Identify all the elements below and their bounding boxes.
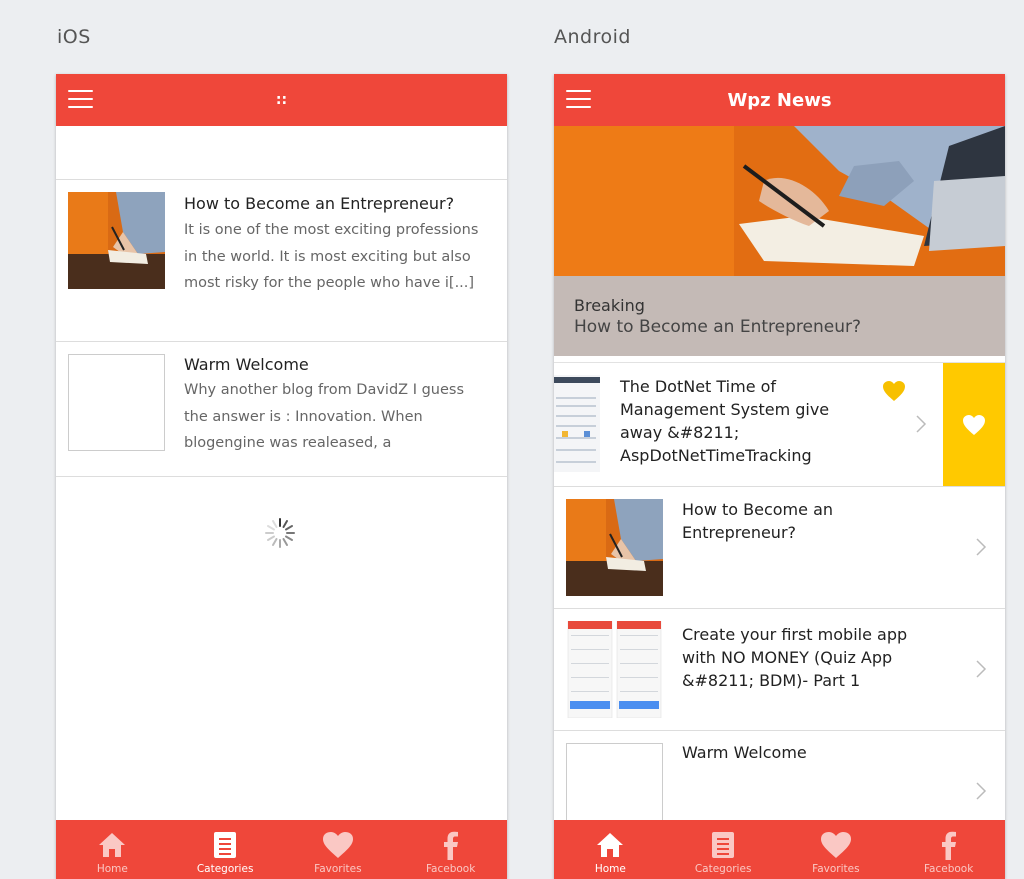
article-thumbnail [554,375,600,472]
tab-label: Facebook [425,863,476,875]
tab-categories[interactable]: Categories [169,820,282,879]
article-title: Warm Welcome [682,743,807,762]
tab-categories[interactable]: Categories [667,820,780,879]
featured-article[interactable]: Breaking How to Become an Entrepreneur? [554,126,1005,356]
tab-label: Home [96,863,128,875]
menu-icon[interactable] [68,90,93,110]
ios-phone: :: How to Become an Entrepreneur? It is … [56,74,507,879]
facebook-icon [941,831,956,860]
list-item[interactable]: Create your first mobile app with NO MON… [554,609,1005,731]
heart-icon [820,832,851,858]
tab-label: Categories [694,863,752,875]
article-title: Create your first mobile app with NO MON… [682,625,908,690]
tab-label: Home [594,863,626,875]
tab-facebook[interactable]: Facebook [394,820,507,879]
featured-caption: Breaking How to Become an Entrepreneur? [554,276,1005,356]
android-phone: Wpz News Breaking How to Become an Entre… [554,74,1005,879]
facebook-icon [443,831,458,860]
categories-icon [712,832,735,858]
chevron-right-icon [976,660,987,678]
ios-tab-bar: Home Categories Favorites Facebook [56,820,507,879]
article-title: The DotNet Time of Management System giv… [620,377,830,465]
android-header-title: Wpz News [727,89,832,111]
home-icon [597,833,624,857]
article-thumbnail [566,499,663,596]
featured-tag: Breaking [574,296,645,315]
tab-label: Categories [196,863,254,875]
favorite-heart-icon[interactable] [881,379,907,403]
tab-home[interactable]: Home [56,820,169,879]
tab-label: Favorites [314,863,362,875]
tab-label: Facebook [923,863,974,875]
ios-empty-row [56,126,507,180]
ios-header-title: :: [275,92,288,108]
article-thumbnail [68,192,165,289]
article-title: How to Become an Entrepreneur? [682,500,834,542]
chevron-right-icon [916,415,927,433]
list-item[interactable]: The DotNet Time of Management System giv… [554,363,1005,487]
tab-favorites[interactable]: Favorites [780,820,893,879]
chevron-right-icon [976,782,987,800]
home-icon [99,833,126,857]
android-tab-bar: Home Categories Favorites Facebook [554,820,1005,879]
ios-header: :: [56,74,507,126]
list-item[interactable]: How to Become an Entrepreneur? [554,487,1005,609]
android-label: Android [554,26,631,48]
article-title: How to Become an Entrepreneur? [184,194,455,213]
list-item[interactable]: How to Become an Entrepreneur? It is one… [56,180,507,342]
categories-icon [214,832,237,858]
chevron-right-icon [976,538,987,556]
article-excerpt: It is one of the most exciting professio… [184,222,479,291]
article-thumbnail [566,621,663,718]
article-excerpt: Why another blog from DavidZ I guess the… [184,382,465,451]
tab-favorites[interactable]: Favorites [282,820,395,879]
tab-label: Favorites [812,863,860,875]
add-favorite-button[interactable] [943,363,1005,486]
article-thumbnail-empty [68,354,165,451]
tab-facebook[interactable]: Facebook [892,820,1005,879]
tab-home[interactable]: Home [554,820,667,879]
heart-icon [322,832,353,858]
heart-icon [963,414,985,435]
ios-label: iOS [57,26,91,48]
list-item[interactable]: Warm Welcome Why another blog from David… [56,342,507,477]
article-title: Warm Welcome [184,355,309,374]
menu-icon[interactable] [566,90,591,110]
android-header: Wpz News [554,74,1005,126]
loading-spinner-icon [265,518,295,548]
featured-title: How to Become an Entrepreneur? [574,317,861,337]
